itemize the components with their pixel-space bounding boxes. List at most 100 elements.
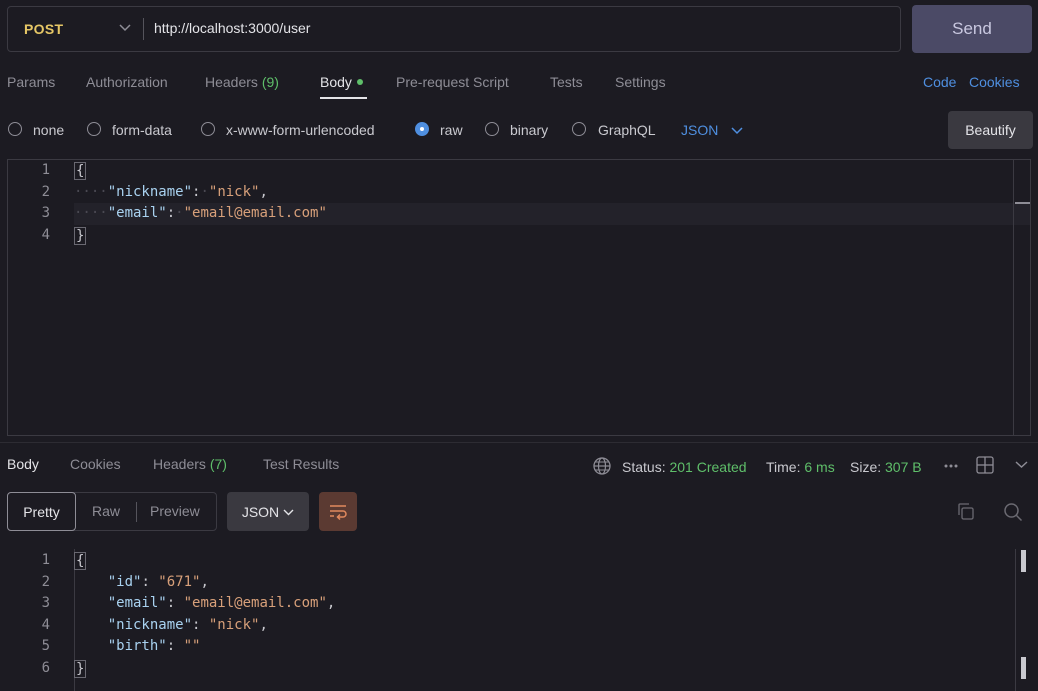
- tab-headers[interactable]: Headers (9): [205, 74, 279, 90]
- globe-icon[interactable]: [592, 456, 612, 476]
- size-label: Size:: [850, 459, 882, 475]
- radio-label-none[interactable]: none: [33, 122, 64, 138]
- radio-label-raw[interactable]: raw: [440, 122, 463, 138]
- open-brace: {: [74, 552, 87, 570]
- response-format-select[interactable]: JSON: [227, 492, 309, 531]
- line-number: 1: [41, 162, 50, 178]
- url-input[interactable]: http://localhost:3000/user: [154, 20, 310, 36]
- pane-divider[interactable]: [0, 442, 1038, 443]
- size-value: 307 B: [885, 459, 922, 475]
- json-trail: ,: [259, 617, 268, 633]
- response-tab-test-results[interactable]: Test Results: [263, 456, 339, 472]
- layout-icon[interactable]: [976, 456, 994, 474]
- tab-body[interactable]: Body: [320, 74, 363, 90]
- json-value: "email@email.com": [183, 205, 327, 221]
- line-number: 3: [41, 595, 50, 611]
- code-line: }: [74, 227, 87, 245]
- code-line: "nickname": "nick",: [107, 617, 268, 633]
- language-select[interactable]: JSON: [681, 122, 718, 138]
- tab-label: Body: [320, 74, 352, 90]
- close-brace: }: [74, 660, 87, 678]
- editor-scroll-marker[interactable]: [1015, 202, 1030, 204]
- code-line: "id": "671",: [107, 574, 209, 590]
- radio-binary[interactable]: [485, 122, 499, 136]
- headers-count: (9): [261, 74, 279, 90]
- method-select[interactable]: POST: [24, 21, 63, 37]
- open-brace: {: [74, 162, 87, 180]
- radio-none[interactable]: [8, 122, 22, 136]
- url-divider: [143, 18, 144, 40]
- radio-graphql[interactable]: [572, 122, 586, 136]
- response-tab-body[interactable]: Body: [7, 456, 39, 472]
- wrap-icon: [330, 504, 347, 520]
- tab-tests[interactable]: Tests: [550, 74, 583, 90]
- code-line: {: [74, 552, 87, 570]
- headers-count: (7): [209, 456, 227, 472]
- json-trail: ,: [326, 595, 336, 611]
- modified-dot: [356, 79, 363, 86]
- response-size: Size: 307 B: [850, 459, 922, 475]
- view-raw-button[interactable]: Raw: [92, 503, 120, 519]
- send-button[interactable]: Send: [912, 5, 1032, 53]
- radio-label-graphql[interactable]: GraphQL: [598, 122, 656, 138]
- json-key: "email": [107, 595, 167, 611]
- line-number: 2: [41, 574, 50, 590]
- json-value: "email@email.com": [183, 595, 327, 611]
- tab-settings[interactable]: Settings: [615, 74, 666, 90]
- tab-params[interactable]: Params: [7, 74, 55, 90]
- segment-divider: [136, 502, 137, 522]
- wrap-toggle-button[interactable]: [319, 492, 357, 531]
- code-line: "email": "email@email.com",: [107, 595, 336, 611]
- code-line: "birth": "": [107, 638, 201, 654]
- response-scroll-marker[interactable]: [1021, 657, 1026, 679]
- url-bar[interactable]: [7, 6, 901, 52]
- json-trail: ,: [200, 574, 209, 590]
- tab-authorization[interactable]: Authorization: [86, 74, 168, 90]
- code-line: {: [74, 162, 87, 180]
- beautify-button[interactable]: Beautify: [948, 111, 1033, 149]
- tab-pre-request-script[interactable]: Pre-request Script: [396, 74, 509, 90]
- status-label: Status:: [622, 459, 666, 475]
- code-line: ····"email":·"email@email.com": [74, 205, 327, 221]
- view-pretty-button[interactable]: Pretty: [7, 492, 76, 531]
- radio-raw[interactable]: [415, 122, 429, 136]
- status-value: 201 Created: [669, 459, 747, 475]
- chevron-down-icon[interactable]: [731, 125, 743, 135]
- time-label: Time:: [766, 459, 801, 475]
- tab-label: Headers: [205, 74, 258, 90]
- editor-scrollbar-track: [1013, 160, 1014, 435]
- response-tab-headers[interactable]: Headers (7): [153, 456, 227, 472]
- active-tab-indicator: [320, 97, 367, 99]
- json-key: "email": [107, 205, 167, 221]
- cookies-link[interactable]: Cookies: [969, 74, 1020, 90]
- json-key: "nickname": [107, 184, 193, 200]
- line-number: 1: [41, 552, 50, 568]
- copy-icon[interactable]: [956, 502, 975, 521]
- radio-label-binary[interactable]: binary: [510, 122, 548, 138]
- radio-label-urlencoded[interactable]: x-www-form-urlencoded: [226, 122, 375, 138]
- tab-label: Headers: [153, 456, 206, 472]
- chevron-down-icon[interactable]: [119, 22, 131, 32]
- chevron-down-icon[interactable]: [1015, 459, 1028, 469]
- code-line: ····"nickname":·"nick",: [74, 184, 268, 200]
- line-number: 2: [41, 184, 50, 200]
- response-scroll-marker[interactable]: [1021, 550, 1026, 572]
- request-body-editor[interactable]: [7, 159, 1031, 436]
- chevron-down-icon: [283, 509, 294, 515]
- radio-label-form-data[interactable]: form-data: [112, 122, 172, 138]
- json-value: "nick": [208, 184, 260, 200]
- view-preview-button[interactable]: Preview: [150, 503, 200, 519]
- radio-form-data[interactable]: [87, 122, 101, 136]
- json-value: "": [183, 638, 201, 654]
- format-label: JSON: [241, 503, 280, 520]
- close-brace: }: [74, 227, 87, 245]
- response-tab-cookies[interactable]: Cookies: [70, 456, 121, 472]
- time-value: 6 ms: [804, 459, 835, 475]
- response-status: Status: 201 Created: [622, 459, 747, 475]
- more-icon[interactable]: [944, 462, 958, 470]
- radio-urlencoded[interactable]: [201, 122, 215, 136]
- search-icon[interactable]: [1003, 502, 1023, 522]
- code-link[interactable]: Code: [923, 74, 956, 90]
- json-key: "id": [107, 574, 142, 590]
- response-time: Time: 6 ms: [766, 459, 835, 475]
